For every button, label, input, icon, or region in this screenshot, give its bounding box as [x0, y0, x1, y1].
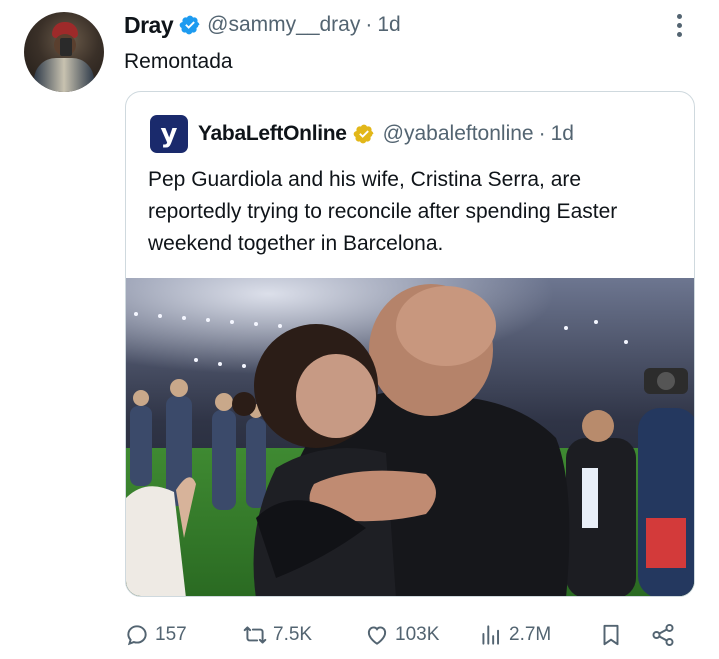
quoted-author-name[interactable]: YabaLeftOnline [198, 122, 347, 146]
author-name[interactable]: Dray [124, 12, 174, 39]
tweet-header: Dray @sammy__dray · 1d [124, 10, 401, 40]
quoted-separator-dot: · [538, 122, 546, 145]
views-icon [482, 625, 500, 645]
quoted-avatar[interactable]: y [150, 115, 188, 153]
quoted-time[interactable]: 1d [551, 122, 574, 146]
tweet-actions: 157 7.5K 103K 2.7M [124, 618, 684, 652]
repost-icon [243, 626, 267, 644]
avatar-shirt [34, 58, 94, 92]
repost-count: 7.5K [273, 624, 313, 645]
gold-check-icon [353, 124, 374, 144]
like-count: 103K [395, 624, 440, 645]
quoted-header: y YabaLeftOnline @yabaleftonline · 1d [150, 115, 574, 153]
bookmark-icon [603, 624, 619, 646]
bookmark-button[interactable] [598, 618, 624, 652]
heart-icon [367, 626, 387, 645]
views-count: 2.7M [509, 624, 552, 645]
blue-check-icon [179, 15, 200, 35]
author-handle[interactable]: @sammy__dray [207, 13, 360, 37]
author-avatar[interactable] [24, 12, 104, 92]
reply-icon [127, 625, 147, 646]
share-button[interactable] [650, 618, 676, 652]
share-icon [652, 623, 674, 647]
quoted-photo[interactable] [126, 278, 694, 596]
separator-dot: · [365, 13, 373, 36]
tweet-text: Remontada [124, 50, 233, 73]
like-button[interactable]: 103K [364, 618, 439, 652]
photo-illustration [126, 278, 694, 596]
reply-count: 157 [155, 624, 187, 645]
more-vertical-icon[interactable] [676, 14, 684, 40]
quoted-author-handle[interactable]: @yabaleftonline [383, 122, 534, 146]
quoted-text: Pep Guardiola and his wife, Cristina Ser… [148, 168, 618, 255]
avatar-phone [60, 38, 72, 56]
tweet-time[interactable]: 1d [377, 13, 400, 37]
views-button[interactable]: 2.7M [478, 618, 551, 652]
repost-button[interactable]: 7.5K [242, 618, 312, 652]
quoted-tweet[interactable]: y YabaLeftOnline @yabaleftonline · 1d Pe… [125, 91, 695, 597]
reply-button[interactable]: 157 [124, 618, 187, 652]
